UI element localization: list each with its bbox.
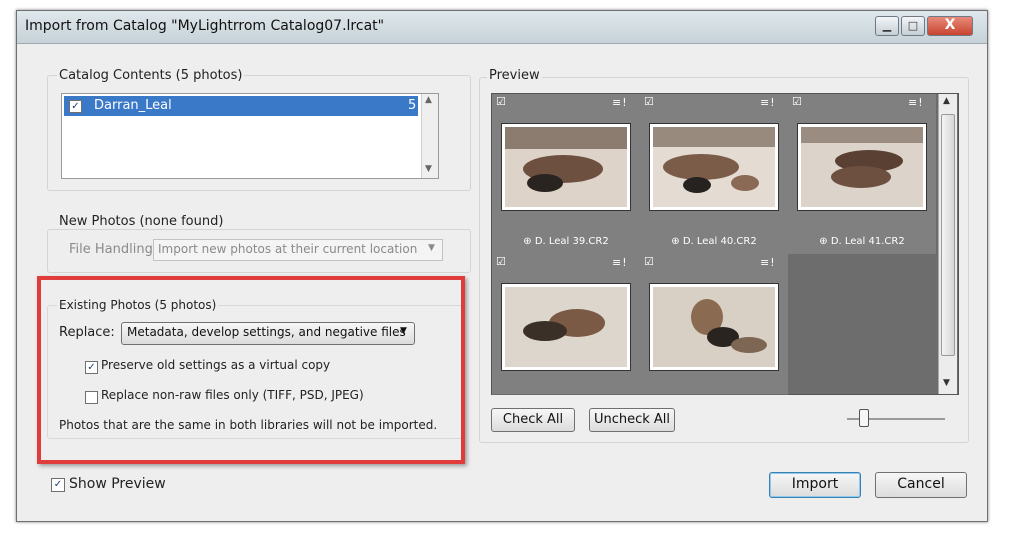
catalog-item-count: 5 — [408, 98, 417, 113]
photo-filename: ⊕ D. Leal 40.CR2 — [671, 236, 757, 247]
preview-label: Preview — [487, 68, 542, 83]
close-button[interactable]: X — [927, 16, 973, 36]
photo-flag-icon: ≡! — [612, 256, 628, 269]
scroll-down-arrow-icon[interactable]: ▼ — [943, 378, 950, 388]
highlight-box — [37, 276, 465, 464]
photo-cell[interactable]: ☑ ≡! — [640, 254, 789, 395]
cancel-button[interactable]: Cancel — [875, 472, 967, 498]
sea-lion-image — [505, 127, 627, 207]
photo-checkbox[interactable]: ☑ — [644, 95, 654, 108]
catalog-item-name: Darran_Leal — [94, 98, 172, 113]
show-preview-checkbox[interactable]: ✓ — [51, 478, 65, 492]
catalog-list[interactable]: ✓ Darran_Leal 5 ▲ ▼ — [61, 93, 439, 179]
preview-scrollbar[interactable]: ▲ ▼ — [938, 94, 957, 394]
uncheck-all-button[interactable]: Uncheck All — [589, 408, 675, 432]
catalog-contents-label: Catalog Contents (5 photos) — [57, 68, 245, 83]
photo-flag-icon: ≡! — [612, 96, 628, 109]
scroll-down-arrow-icon[interactable]: ▼ — [425, 164, 432, 174]
catalog-list-scrollbar[interactable]: ▲ ▼ — [421, 94, 438, 178]
photo-filename: ⊕ D. Leal 39.CR2 — [523, 236, 609, 247]
maximize-button[interactable]: □ — [901, 16, 925, 36]
file-handling-label: File Handling: — [69, 242, 158, 257]
scroll-up-arrow-icon[interactable]: ▲ — [943, 96, 950, 106]
import-button[interactable]: Import — [769, 472, 861, 498]
photo-flag-icon: ≡! — [760, 256, 776, 269]
photo-flag-icon: ≡! — [760, 96, 776, 109]
photo-filename: ⊕ D. Leal 41.CR2 — [819, 236, 905, 247]
title-bar[interactable]: Import from Catalog "MyLightrrom Catalog… — [17, 11, 987, 44]
photo-thumbnail[interactable] — [650, 284, 778, 370]
catalog-item-darran-leal[interactable]: ✓ Darran_Leal 5 — [64, 96, 418, 116]
new-photos-label: New Photos (none found) — [57, 214, 226, 229]
scroll-up-arrow-icon[interactable]: ▲ — [425, 95, 432, 105]
photo-cell[interactable]: ☑ ≡! ⊕ D. Leal 41.CR2 — [788, 94, 937, 255]
photo-cell[interactable]: ☑ ≡! ⊕ D. Leal 39.CR2 — [492, 94, 641, 255]
photo-thumbnail[interactable] — [502, 124, 630, 210]
photo-flag-icon: ≡! — [908, 96, 924, 109]
photo-thumbnail[interactable] — [502, 284, 630, 370]
photo-checkbox[interactable]: ☑ — [496, 255, 506, 268]
chevron-down-icon: ▼ — [428, 243, 435, 253]
empty-cell — [788, 254, 936, 394]
photo-checkbox[interactable]: ☑ — [644, 255, 654, 268]
show-preview-label: Show Preview — [69, 476, 166, 492]
sea-lion-image — [653, 287, 775, 367]
import-dialog: Import from Catalog "MyLightrrom Catalog… — [16, 10, 988, 522]
photo-checkbox[interactable]: ☑ — [792, 95, 802, 108]
photo-thumbnail[interactable] — [650, 124, 778, 210]
photo-cell[interactable]: ☑ ≡! — [492, 254, 641, 395]
file-handling-value: Import new photos at their current locat… — [158, 242, 418, 256]
photo-thumbnail[interactable] — [798, 124, 926, 210]
sea-lion-image — [505, 287, 627, 367]
minimize-button[interactable]: ▁ — [875, 16, 899, 36]
check-all-button[interactable]: Check All — [491, 408, 575, 432]
preview-grid: ☑ ≡! ⊕ D. Leal 39.CR2 ☑ ≡! ⊕ D. Leal 40.… — [491, 93, 959, 395]
photo-cell[interactable]: ☑ ≡! ⊕ D. Leal 40.CR2 — [640, 94, 789, 255]
file-handling-dropdown[interactable]: Import new photos at their current locat… — [153, 239, 443, 261]
scroll-thumb[interactable] — [941, 114, 955, 356]
photo-checkbox[interactable]: ☑ — [496, 95, 506, 108]
slider-thumb[interactable] — [859, 409, 869, 427]
window-title: Import from Catalog "MyLightrrom Catalog… — [25, 18, 385, 34]
sea-lion-image — [801, 127, 923, 207]
catalog-item-checkbox[interactable]: ✓ — [69, 100, 82, 113]
sea-lion-image — [653, 127, 775, 207]
